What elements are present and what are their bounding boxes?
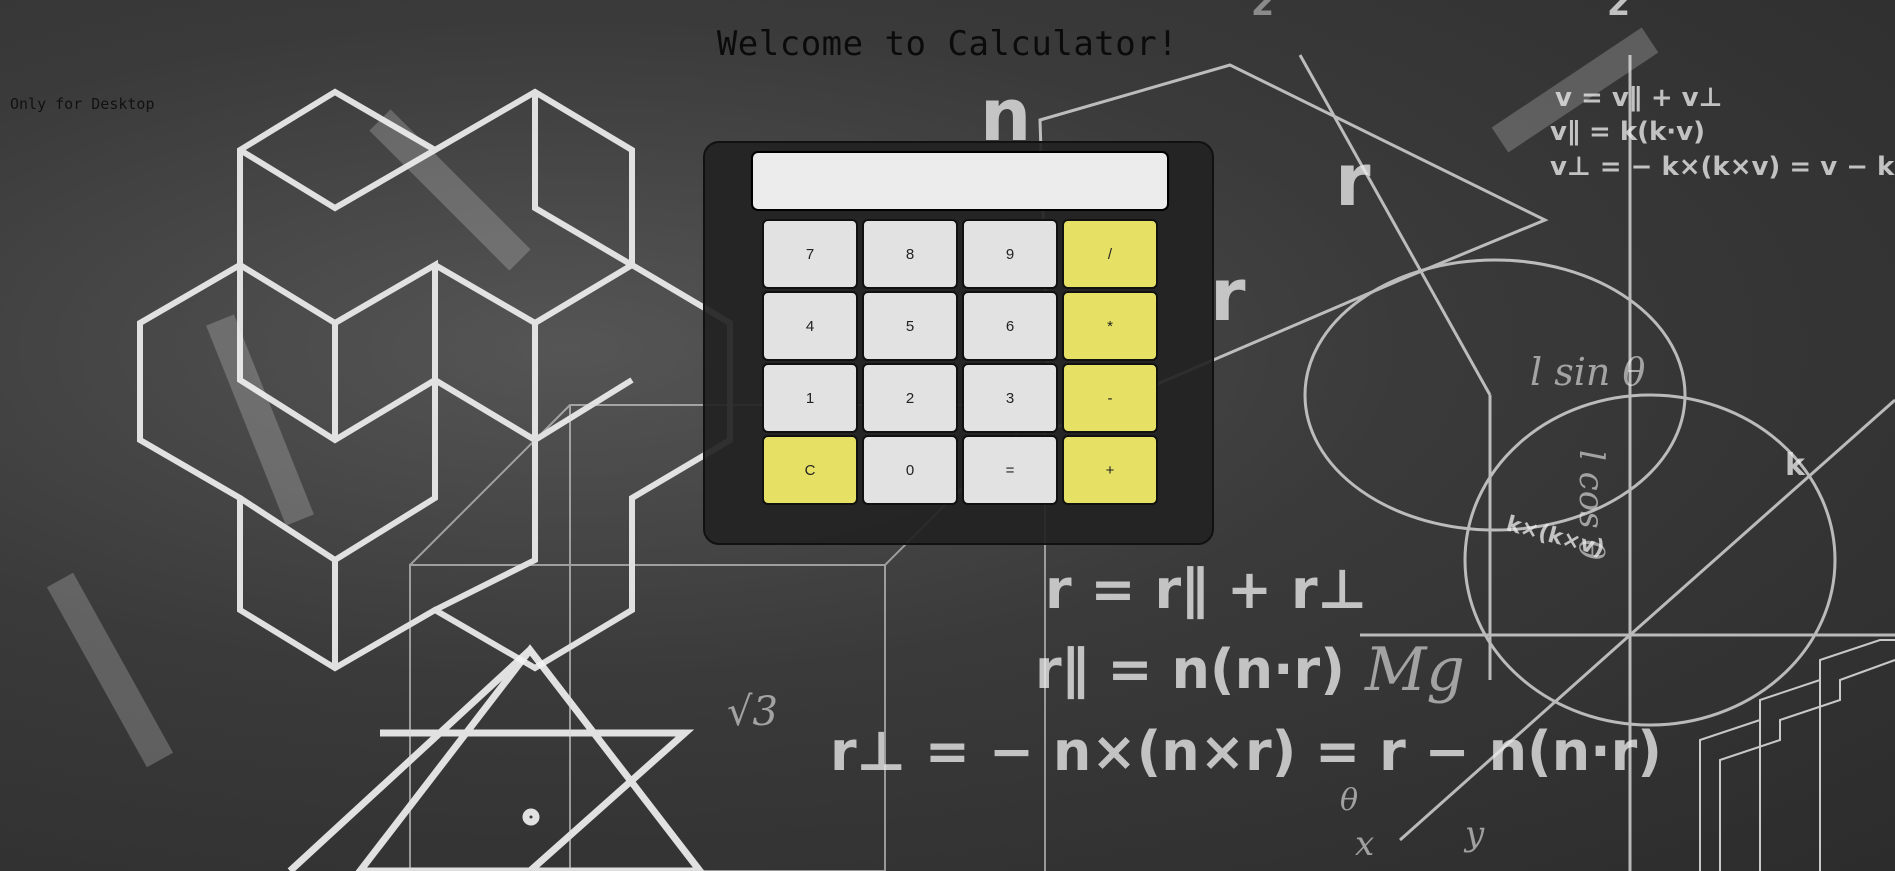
key-4-button[interactable]: 4 xyxy=(762,291,858,361)
formula-r: r = r∥ + r⊥ xyxy=(1045,558,1367,621)
key-9-button[interactable]: 9 xyxy=(962,219,1058,289)
svg-text:k: k xyxy=(1785,448,1806,483)
key-3-button[interactable]: 3 xyxy=(962,363,1058,433)
key-7-button[interactable]: 7 xyxy=(762,219,858,289)
key-8-button[interactable]: 8 xyxy=(862,219,958,289)
formula-v: v = v∥ + v⊥ xyxy=(1555,83,1722,113)
key-equals-button[interactable]: = xyxy=(962,435,1058,505)
calculator-display[interactable] xyxy=(751,151,1169,211)
svg-text:θ: θ xyxy=(1340,783,1358,818)
desktop-only-notice: Only for Desktop xyxy=(10,95,155,113)
calculator: 7 8 9/ 4 5 6 * 1 2 3- C 0 = + xyxy=(703,141,1214,545)
svg-text:y: y xyxy=(1463,814,1485,854)
key-6-button[interactable]: 6 xyxy=(962,291,1058,361)
svg-text:z: z xyxy=(1608,0,1629,24)
key-divide-button[interactable]: / xyxy=(1062,219,1158,289)
formula-r-perp: r⊥ = − n×(n×r) = r − n(n·r) xyxy=(830,720,1662,783)
formula-r-parallel: r∥ = n(n·r) xyxy=(1035,638,1345,701)
page-title: Welcome to Calculator! xyxy=(716,24,1179,64)
svg-text:x: x xyxy=(1355,824,1374,864)
formula-v-perp: v⊥ = − k×(k×v) = v − k(k·v) xyxy=(1550,152,1895,182)
formula-v-parallel: v∥ = k(k·v) xyxy=(1550,117,1705,147)
key-clear-button[interactable]: C xyxy=(762,435,858,505)
calculator-keypad: 7 8 9/ 4 5 6 * 1 2 3- C 0 = + xyxy=(762,219,1158,505)
svg-text:r: r xyxy=(1335,138,1371,222)
key-5-button[interactable]: 5 xyxy=(862,291,958,361)
key-1-button[interactable]: 1 xyxy=(762,363,858,433)
svg-text:r: r xyxy=(1210,253,1246,337)
key-2-button[interactable]: 2 xyxy=(862,363,958,433)
hexagram-drawing xyxy=(287,644,705,871)
key-add-button[interactable]: + xyxy=(1062,435,1158,505)
formula-lsin: l sin θ xyxy=(1530,350,1645,394)
formula-mg: Mg xyxy=(1364,635,1465,705)
svg-text:z: z xyxy=(1252,0,1273,24)
formula-sqrt3: √3 xyxy=(727,689,778,735)
key-subtract-button[interactable]: - xyxy=(1062,363,1158,433)
key-0-button[interactable]: 0 xyxy=(862,435,958,505)
key-multiply-button[interactable]: * xyxy=(1062,291,1158,361)
